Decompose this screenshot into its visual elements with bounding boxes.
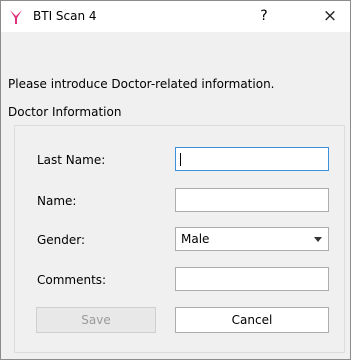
dialog-window: BTI Scan 4 ? × Please introduce Doctor-r…	[0, 0, 351, 360]
comments-field[interactable]	[175, 267, 329, 291]
cancel-button[interactable]: Cancel	[175, 307, 329, 333]
group-title: Doctor Information	[8, 105, 122, 119]
help-button[interactable]: ?	[253, 5, 275, 27]
window-title: BTI Scan 4	[33, 9, 97, 23]
instruction-text: Please introduce Doctor-related informat…	[8, 77, 275, 91]
text-caret	[180, 153, 181, 166]
save-button[interactable]: Save	[36, 307, 156, 333]
name-field[interactable]	[175, 188, 329, 212]
comments-label: Comments:	[37, 273, 107, 287]
chevron-down-icon	[314, 237, 322, 242]
app-logo-icon	[10, 10, 22, 24]
gender-label: Gender:	[37, 233, 86, 247]
title-bar: BTI Scan 4 ? ×	[1, 1, 350, 32]
last-name-field[interactable]	[175, 147, 329, 171]
name-label: Name:	[37, 194, 77, 208]
gender-select[interactable]: Male	[175, 227, 329, 251]
gender-selected-value: Male	[181, 232, 210, 246]
last-name-label: Last Name:	[37, 153, 106, 167]
close-button[interactable]: ×	[317, 5, 343, 27]
